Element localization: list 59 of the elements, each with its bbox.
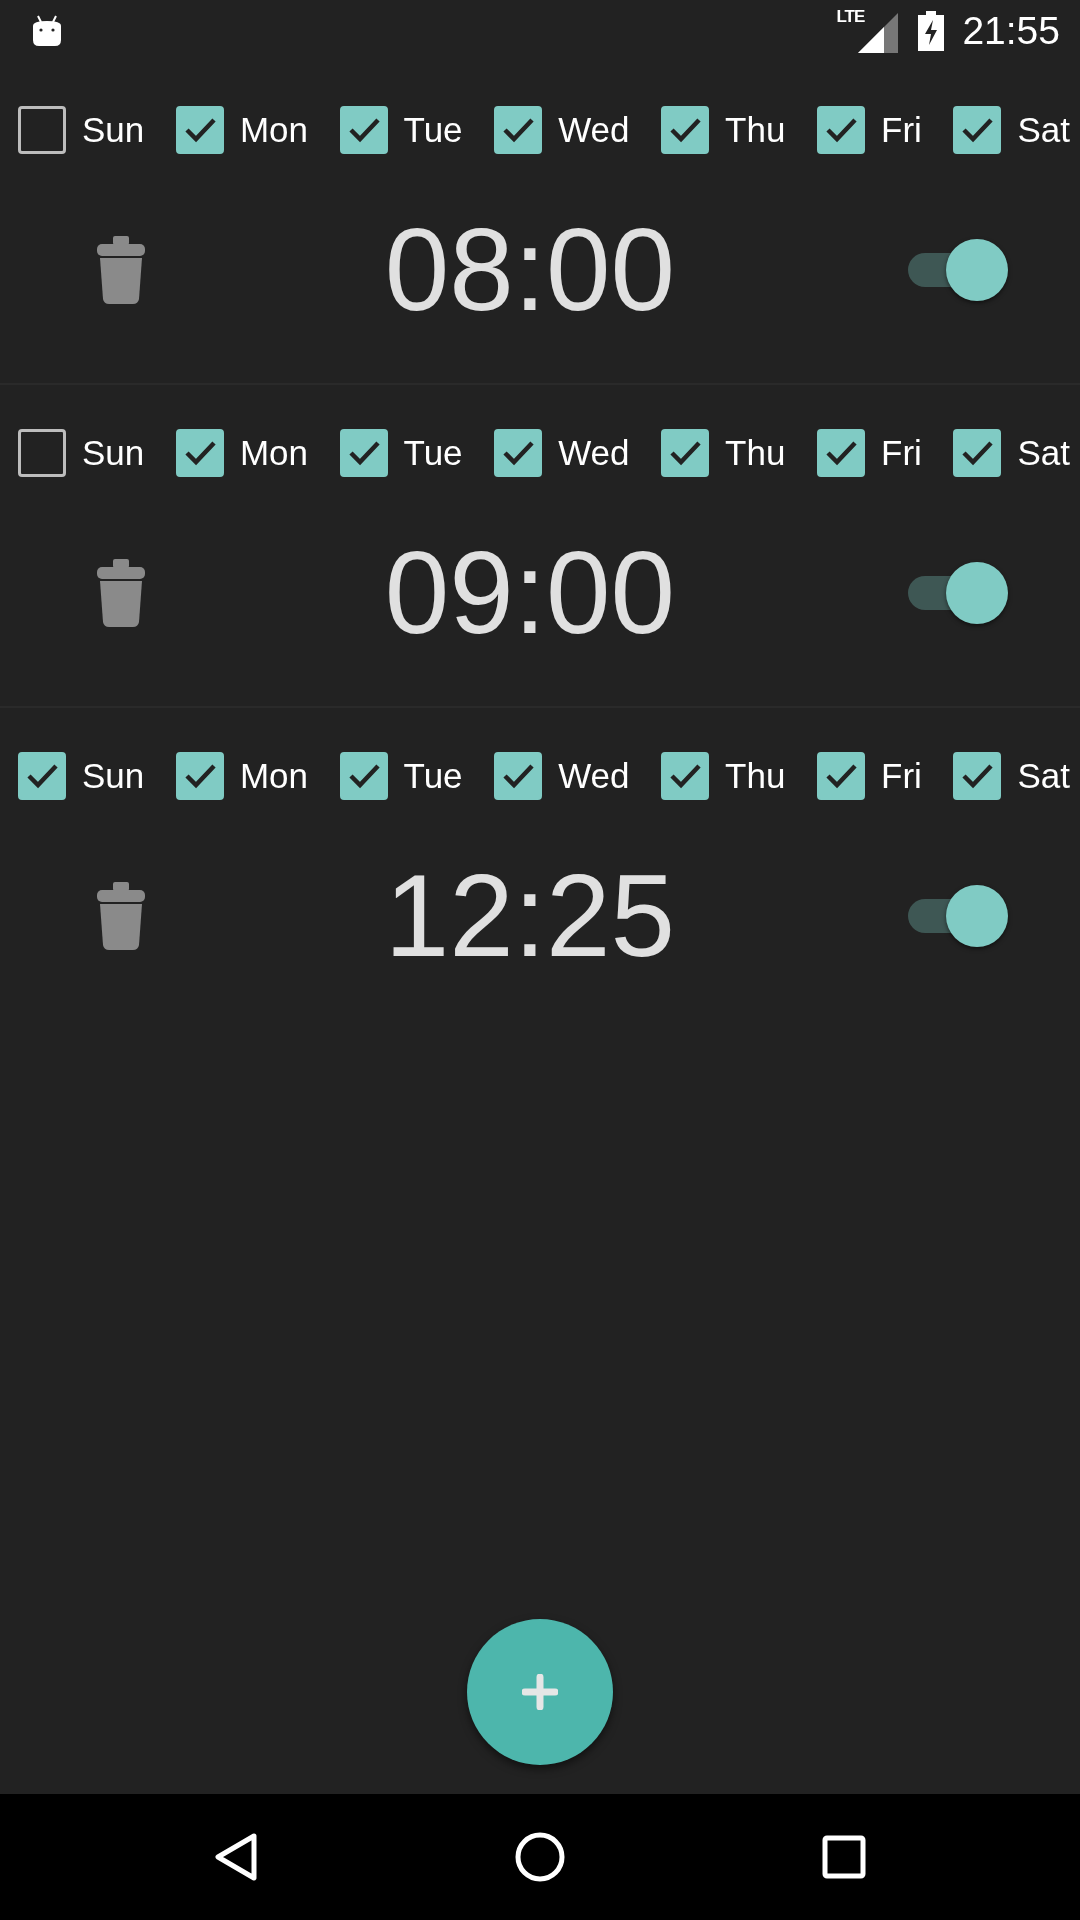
day-label[interactable]: Thu: [725, 110, 786, 150]
checkbox[interactable]: [817, 106, 865, 154]
android-icon: [30, 14, 64, 48]
recents-icon[interactable]: [822, 1835, 866, 1879]
checkbox[interactable]: [175, 429, 224, 477]
checkbox[interactable]: [339, 752, 388, 800]
home-icon[interactable]: [514, 1831, 566, 1883]
checkbox[interactable]: [661, 106, 710, 154]
day-label[interactable]: Sat: [1017, 756, 1070, 796]
checkbox[interactable]: [494, 429, 543, 477]
alarm-time[interactable]: 12:25: [360, 840, 700, 992]
day-label[interactable]: Thu: [725, 756, 786, 796]
status-time: 21:55: [962, 9, 1060, 53]
plus-icon: [522, 1674, 558, 1710]
checkbox[interactable]: [494, 106, 543, 154]
checkbox[interactable]: [953, 752, 1002, 800]
day-label[interactable]: Fri: [881, 756, 922, 796]
day-label[interactable]: Wed: [558, 756, 630, 796]
day-label[interactable]: Sat: [1017, 110, 1070, 150]
day-label[interactable]: Sun: [82, 433, 145, 473]
checkbox[interactable]: [494, 752, 543, 800]
toggle-switch[interactable]: [908, 239, 1010, 301]
checkbox[interactable]: [817, 429, 865, 477]
battery-charging-icon: [918, 11, 945, 51]
alarm-time[interactable]: 09:00: [360, 517, 700, 669]
day-label[interactable]: Fri: [881, 110, 922, 150]
day-label[interactable]: Sun: [82, 756, 145, 796]
back-icon[interactable]: [214, 1832, 258, 1882]
checkbox[interactable]: [175, 106, 224, 154]
alarm-time[interactable]: 08:00: [360, 194, 700, 346]
day-label[interactable]: Thu: [725, 433, 786, 473]
checkbox[interactable]: [175, 752, 224, 800]
checkbox[interactable]: [953, 106, 1002, 154]
checkbox[interactable]: [18, 752, 66, 800]
day-label[interactable]: Mon: [239, 756, 308, 796]
day-label[interactable]: Tue: [403, 756, 463, 796]
checkbox[interactable]: [953, 429, 1002, 477]
day-label[interactable]: Wed: [558, 110, 630, 150]
trash-icon[interactable]: [97, 236, 145, 304]
checkbox[interactable]: [661, 429, 710, 477]
day-label[interactable]: Mon: [239, 110, 308, 150]
day-label[interactable]: Sun: [82, 110, 145, 150]
checkbox[interactable]: [661, 752, 710, 800]
checkbox[interactable]: [817, 752, 865, 800]
day-label[interactable]: Fri: [881, 433, 922, 473]
checkbox[interactable]: [339, 429, 388, 477]
toggle-switch[interactable]: [908, 562, 1010, 624]
trash-icon[interactable]: [97, 559, 145, 627]
network-label: LTE: [836, 7, 865, 27]
toggle-switch[interactable]: [908, 885, 1010, 947]
trash-icon[interactable]: [97, 882, 145, 950]
day-label[interactable]: Sat: [1017, 433, 1070, 473]
checkbox[interactable]: [18, 106, 66, 154]
day-label[interactable]: Mon: [239, 433, 308, 473]
day-label[interactable]: Tue: [403, 433, 463, 473]
checkbox[interactable]: [18, 429, 66, 477]
day-label[interactable]: Wed: [558, 433, 630, 473]
checkbox[interactable]: [339, 106, 388, 154]
day-label[interactable]: Tue: [403, 110, 463, 150]
